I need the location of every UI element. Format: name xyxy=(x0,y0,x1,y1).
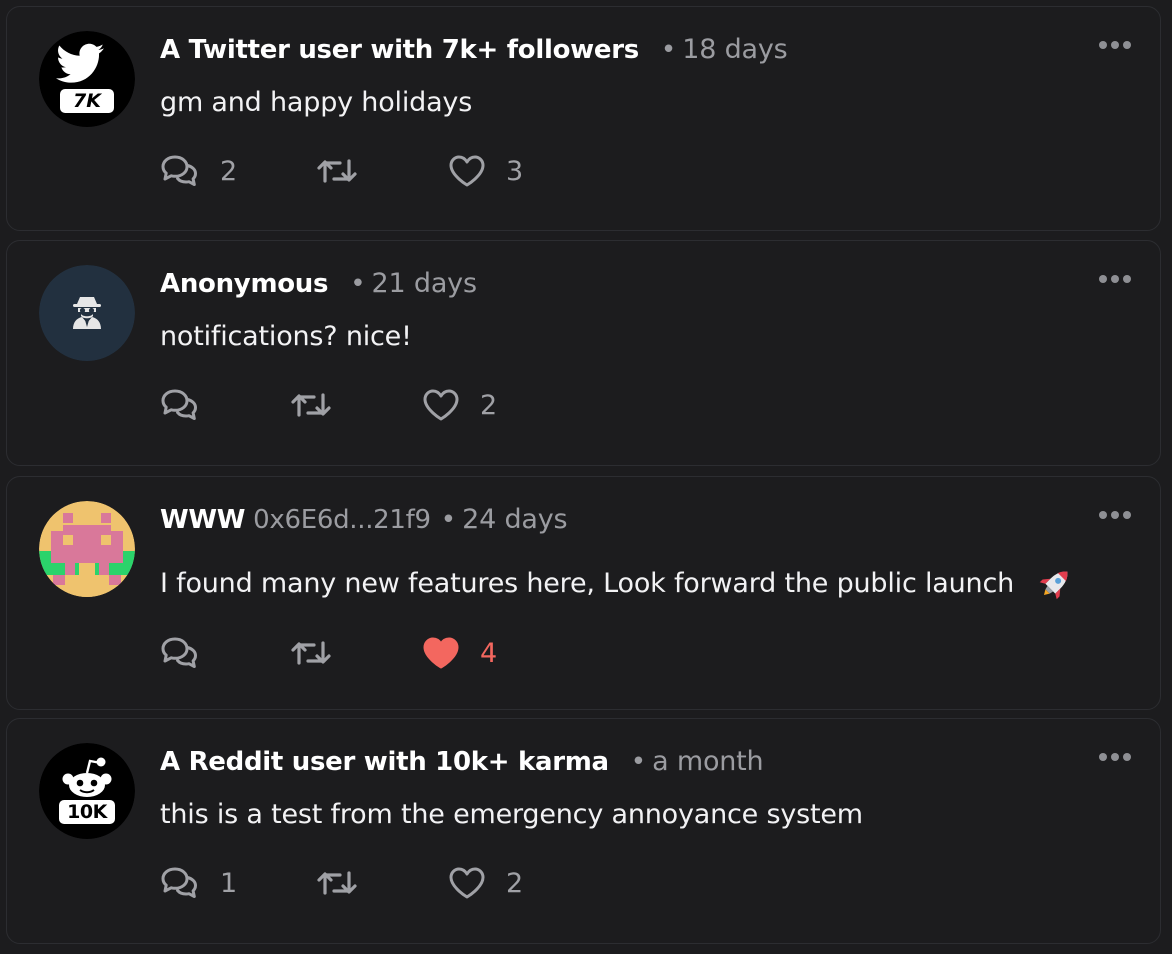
post-actions: 4 xyxy=(160,633,860,673)
post-text: gm and happy holidays xyxy=(160,87,473,118)
avatar[interactable]: 10K xyxy=(39,743,135,839)
post-content: I found many new features here, Look for… xyxy=(160,565,1074,601)
post-content: this is a test from the emergency annoya… xyxy=(160,799,863,830)
avatar-badge: 7K xyxy=(73,90,101,112)
like-count: 2 xyxy=(506,867,524,899)
avatar[interactable]: 7K xyxy=(39,31,135,127)
repost-icon xyxy=(291,393,331,417)
post-card[interactable]: 7K A Twitter user with 7k+ followers • 1… xyxy=(6,6,1161,231)
separator-dot: • xyxy=(350,269,366,299)
post-header: Anonymous • 21 days xyxy=(160,268,477,304)
comment-icon xyxy=(161,867,197,898)
post-content: gm and happy holidays xyxy=(160,87,472,118)
repost-icon xyxy=(291,641,331,665)
heart-icon xyxy=(449,155,485,187)
more-options-button[interactable] xyxy=(1098,507,1132,523)
post-card[interactable]: Anonymous • 21 days notifications? nice! xyxy=(6,240,1161,466)
reply-button[interactable] xyxy=(160,385,220,425)
author-address[interactable]: 0x6E6d...21f9 xyxy=(253,505,431,535)
more-options-button[interactable] xyxy=(1098,271,1132,287)
repost-button[interactable] xyxy=(316,151,378,191)
reply-button[interactable] xyxy=(160,633,220,673)
heart-icon xyxy=(423,389,459,421)
avatar[interactable] xyxy=(39,501,135,597)
post-actions: 2 3 xyxy=(160,151,860,191)
author-name[interactable]: Anonymous xyxy=(160,269,329,299)
post-header: A Reddit user with 10k+ karma • a month xyxy=(160,746,764,782)
post-actions: 1 2 xyxy=(160,863,860,903)
reddit-alien-icon xyxy=(39,743,135,839)
like-count: 4 xyxy=(480,637,498,669)
ellipsis-icon xyxy=(1099,275,1131,283)
post-time[interactable]: 24 days xyxy=(462,504,567,535)
post-actions: 2 xyxy=(160,385,860,425)
post-text: this is a test from the emergency annoya… xyxy=(160,799,863,830)
reply-count: 2 xyxy=(220,155,238,187)
post-time[interactable]: a month xyxy=(652,746,764,777)
comment-feed: 7K A Twitter user with 7k+ followers • 1… xyxy=(0,0,1172,954)
pixel-art-avatar xyxy=(39,501,135,597)
separator-dot: • xyxy=(660,35,677,65)
like-count: 2 xyxy=(480,389,498,421)
author-name[interactable]: WWW xyxy=(160,505,245,535)
more-options-button[interactable] xyxy=(1098,37,1132,53)
post-text: I found many new features here, Look for… xyxy=(160,567,1015,599)
heart-filled-icon xyxy=(423,637,459,669)
post-time[interactable]: 21 days xyxy=(372,268,477,299)
like-button[interactable]: 4 xyxy=(422,633,497,673)
like-button[interactable]: 3 xyxy=(448,151,523,191)
ellipsis-icon xyxy=(1099,511,1131,519)
post-header: A Twitter user with 7k+ followers • 18 d… xyxy=(160,34,788,70)
comment-icon xyxy=(161,637,197,668)
separator-dot: • xyxy=(630,747,647,777)
reply-count: 1 xyxy=(220,867,238,899)
post-card[interactable]: 10K A Reddit user with 10k+ karma • a mo… xyxy=(6,718,1161,944)
like-button[interactable]: 2 xyxy=(422,385,497,425)
post-time[interactable]: 18 days xyxy=(682,34,787,65)
ellipsis-icon xyxy=(1099,753,1131,761)
more-options-button[interactable] xyxy=(1098,749,1132,765)
avatar-badge: 10K xyxy=(67,801,107,823)
repost-button[interactable] xyxy=(316,863,378,903)
repost-button[interactable] xyxy=(290,385,352,425)
repost-icon xyxy=(317,159,357,183)
comment-icon xyxy=(161,389,197,420)
like-button[interactable]: 2 xyxy=(448,863,523,903)
comment-icon xyxy=(161,155,197,186)
author-name[interactable]: A Reddit user with 10k+ karma xyxy=(160,747,609,777)
reply-button[interactable]: 1 xyxy=(160,863,237,903)
post-header: WWW 0x6E6d...21f9 • 24 days xyxy=(160,504,568,540)
post-text: notifications? nice! xyxy=(160,321,412,352)
incognito-spy-icon xyxy=(39,265,135,361)
post-card[interactable]: WWW 0x6E6d...21f9 • 24 days I found many… xyxy=(6,476,1161,710)
ellipsis-icon xyxy=(1099,41,1131,49)
author-name[interactable]: A Twitter user with 7k+ followers xyxy=(160,35,639,65)
heart-icon xyxy=(449,867,485,899)
repost-button[interactable] xyxy=(290,633,352,673)
rocket-icon xyxy=(1038,565,1074,601)
reply-button[interactable]: 2 xyxy=(160,151,237,191)
like-count: 3 xyxy=(506,155,524,187)
avatar[interactable] xyxy=(39,265,135,361)
separator-dot: • xyxy=(440,505,457,535)
repost-icon xyxy=(317,871,357,895)
post-content: notifications? nice! xyxy=(160,321,412,352)
